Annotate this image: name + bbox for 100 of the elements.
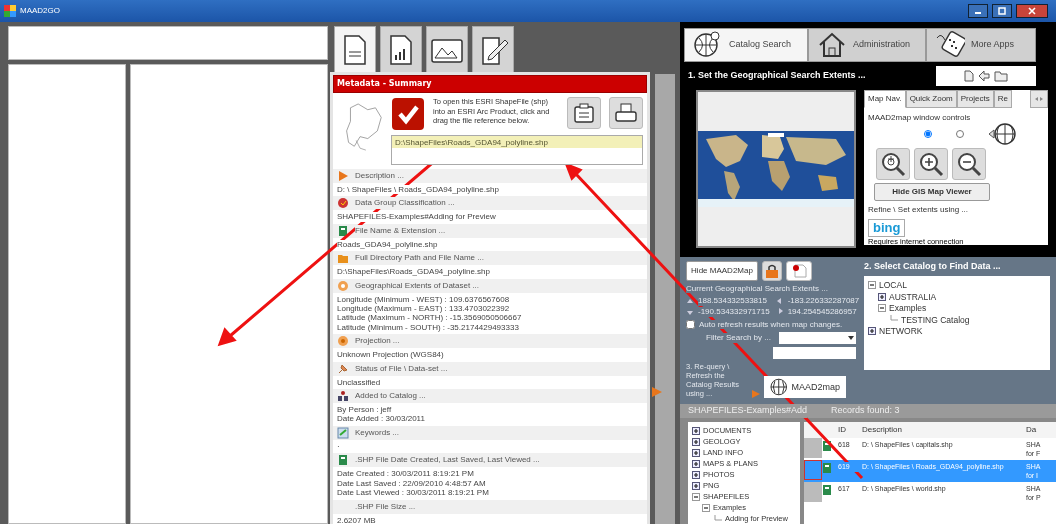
section-heading: Projection ... (355, 335, 400, 348)
expander-icon[interactable] (868, 281, 876, 290)
expander-icon[interactable] (692, 438, 700, 446)
requery-button[interactable]: MAAD2map (764, 376, 846, 399)
tab[interactable]: Map Nav. (864, 90, 906, 108)
tab[interactable] (472, 26, 514, 72)
maximize-icon (998, 7, 1006, 15)
zoom-out-button[interactable] (952, 148, 986, 180)
hide-gis-map-button[interactable]: Hide GIS Map Viewer (874, 183, 990, 201)
zoom-extents-button[interactable] (876, 148, 910, 180)
section-value: SHAPEFILES-Examples#Adding for Preview (337, 212, 496, 222)
panel-header: Metadata - Summary (333, 75, 647, 93)
tab[interactable]: Quick Zoom (905, 90, 957, 108)
spreadsheet-icon (822, 483, 832, 496)
arrow-icon[interactable] (978, 70, 990, 82)
globe-icon (988, 123, 1016, 145)
minimize-button[interactable] (968, 4, 988, 18)
tab[interactable]: Projects (956, 90, 994, 108)
expander-icon[interactable] (878, 292, 886, 301)
tab[interactable]: Administration (808, 28, 926, 62)
spreadsheet-icon (337, 224, 349, 237)
expander-icon[interactable] (692, 482, 700, 490)
expander-icon[interactable] (878, 304, 886, 313)
zoom-extents-icon (880, 151, 906, 177)
pin-icon (337, 362, 349, 375)
tab[interactable] (426, 26, 468, 72)
section-value: Roads_GDA94_polyline.shp (337, 239, 438, 250)
auto-refresh-checkbox[interactable] (686, 319, 695, 329)
tab-scroll-buttons[interactable] (1030, 90, 1048, 108)
radio-button[interactable] (924, 130, 932, 138)
section-value: By Person : jeff (337, 405, 392, 415)
extent-value: -183.226332287087 (787, 296, 860, 306)
section-heading: Added to Catalog ... (355, 390, 426, 403)
tab[interactable]: Catalog Search (684, 28, 808, 62)
column-header: Description (862, 423, 903, 436)
expander-icon[interactable] (868, 327, 876, 336)
expander-icon[interactable] (692, 471, 700, 479)
refine-label: Refine \ Set extents using ... (868, 204, 970, 216)
section-value: Unclassified (337, 377, 381, 388)
checkmark-icon (391, 97, 425, 131)
folder-icon (337, 252, 349, 265)
hide-map-button[interactable]: Hide MAAD2Map (686, 260, 758, 281)
tree-item[interactable]: LOCAL (879, 280, 907, 291)
column-header: ID (838, 423, 847, 436)
section-heading: Description ... (355, 170, 404, 182)
section-value: Longitude (Minimum - WEST) : 109.6376567608 (337, 294, 510, 305)
keywords-icon (337, 426, 349, 439)
section-value: D: \ ShapeFiles \ Roads_GDA94_polyline.shp (337, 185, 499, 195)
print-button[interactable] (609, 97, 643, 129)
keypad-icon (935, 30, 965, 60)
zoom-in-button[interactable] (914, 148, 948, 180)
close-button[interactable] (1016, 4, 1048, 18)
document-star-icon (791, 263, 807, 278)
expander-icon[interactable] (692, 460, 700, 468)
maximize-button[interactable] (992, 4, 1012, 18)
column-header: Da (1026, 423, 1038, 436)
tree-item[interactable]: TESTING Catalog (901, 314, 970, 325)
checkbox-label: Auto refresh results when map changes. (699, 319, 843, 330)
tab[interactable] (334, 26, 376, 72)
folder-icon[interactable] (994, 70, 1008, 82)
filter-text-field[interactable] (773, 347, 856, 360)
filter-dropdown[interactable] (778, 332, 856, 345)
tree-item[interactable]: Examples (889, 303, 927, 314)
section-value: Unknown Projection (WGS84) (337, 350, 444, 360)
lock-button[interactable] (762, 260, 782, 281)
extents-label: Current Geographical Search Extents ... (686, 283, 828, 294)
controls-label: MAAD2map window controls (868, 112, 972, 124)
arrow-icon (752, 390, 760, 399)
app-logo-icon (4, 5, 16, 17)
expander-icon[interactable] (692, 427, 700, 435)
section-heading: Full Directory Path and File Name ... (355, 252, 484, 265)
extent-value: 194.254545286957 (787, 307, 857, 317)
clipboard-button[interactable] (567, 97, 601, 129)
section-title: 2. Select Catalog to Find Data ... (864, 260, 1001, 272)
close-icon (1028, 7, 1036, 15)
section-value: Latitude (Minimum - SOUTH) : -35.2174429493333 (337, 322, 519, 333)
file-reference-field[interactable]: D:\ShapeFiles\Roads_GDA94_polyline.shp (391, 135, 643, 165)
expander-icon[interactable] (702, 504, 710, 512)
zoom-out-icon (956, 151, 982, 177)
expand-arrow-icon (652, 387, 662, 397)
row-selector[interactable] (804, 459, 822, 480)
classification-icon (337, 197, 349, 210)
expander-icon[interactable] (692, 493, 700, 501)
expander-icon[interactable] (692, 449, 700, 457)
tab[interactable]: More Apps (926, 28, 1036, 62)
lock-icon (765, 263, 779, 278)
scroll-arrows-icon (1034, 96, 1044, 102)
document-icon[interactable] (964, 70, 974, 82)
tree-item[interactable]: AUSTRALIA (889, 291, 937, 302)
radio-button[interactable] (956, 130, 964, 138)
tree-item[interactable]: NETWORK (879, 326, 923, 337)
tree-line-icon (712, 514, 722, 524)
section-value: Latitude (Maximum - NORTH) : -15.3569050506667 (337, 313, 522, 323)
new-document-button[interactable] (786, 260, 812, 281)
section-value: Date Created : 30/03/2011 8:19:21 PM (337, 469, 474, 479)
drag-checkmark-button[interactable] (391, 97, 425, 131)
breadcrumb-text: SHAPEFILES-Examples#Add (688, 404, 808, 418)
projection-icon (337, 335, 349, 348)
tab[interactable] (380, 26, 422, 72)
home-icon (817, 30, 847, 60)
